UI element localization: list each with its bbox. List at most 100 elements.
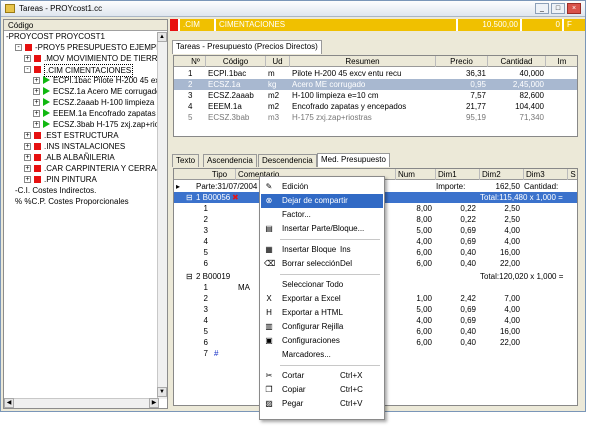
- table-row[interactable]: 1 ECPI.1bac m Pilote H-200 45 excv entu rec…: [174, 68, 577, 79]
- menu-item[interactable]: ▤ Insertar Parte/Bloque...: [261, 222, 383, 236]
- menu-item[interactable]: ▨ Pegar Ctrl+V: [261, 397, 383, 411]
- menu-item[interactable]: Marcadores...: [261, 348, 383, 362]
- tree-node[interactable]: + ECSZ.1a Acero ME corrugado: [4, 86, 167, 97]
- tree-node[interactable]: + .MOV MOVIMIENTO DE TIERRAS: [4, 53, 167, 64]
- expand-icon[interactable]: +: [33, 99, 40, 106]
- collapse-icon[interactable]: ⊟: [186, 271, 193, 282]
- dim2-value: 4,00: [504, 237, 520, 246]
- menu-item-label: Marcadores...: [282, 350, 331, 359]
- num-value: 5,00: [416, 305, 432, 314]
- menu-item[interactable]: ✂ Cortar Ctrl+X: [261, 369, 383, 383]
- menu-item-label: Seleccionar Todo: [282, 280, 344, 289]
- menu-item[interactable]: Factor...: [261, 208, 383, 222]
- tree-node[interactable]: + ECSZ.2aaab H-100 limpieza: [4, 97, 167, 108]
- tree-node[interactable]: - .CIM CIMENTACIONES: [4, 64, 167, 77]
- col-dim2[interactable]: Dim2: [480, 169, 524, 180]
- maximize-button[interactable]: □: [551, 3, 565, 14]
- tree-node[interactable]: + ECPI.1bac Pilote H-200 45 excv: [4, 75, 167, 86]
- dim2-value: 7,00: [504, 294, 520, 303]
- tree-horizontal-scrollbar[interactable]: ◀ ▶: [4, 398, 159, 408]
- chapter-extra: 0: [522, 19, 562, 31]
- menu-item[interactable]: ▣ Configuraciones: [261, 334, 383, 348]
- menu-item[interactable]: H Exportar a HTML: [261, 306, 383, 320]
- table-row[interactable]: 3 ECSZ.2aaab m2 H-100 limpieza e=10 cm 7,57 8…: [174, 90, 577, 101]
- col-num[interactable]: Num: [396, 169, 436, 180]
- expand-icon[interactable]: +: [24, 132, 31, 139]
- menu-item[interactable]: ⌫ Borrar selección Del: [261, 257, 383, 271]
- tree-node[interactable]: -C.I. Costes Indirectos.: [4, 185, 167, 196]
- menu-item[interactable]: ▦ Insertar Bloque Ins: [261, 243, 383, 257]
- tree-node[interactable]: - -PROY5 PRESUPUESTO EJEMPLO: [4, 42, 167, 53]
- menu-item[interactable]: ▥ Configurar Rejilla: [261, 320, 383, 334]
- col-dim3[interactable]: Dim3: [524, 169, 568, 180]
- tree-node[interactable]: + .CAR CARPINTERIA Y CERRAJERIA: [4, 163, 167, 174]
- close-button[interactable]: ×: [567, 3, 581, 14]
- row-summary: H-175 zxj.zap+riostras: [292, 113, 372, 122]
- dim2-value: 16,00: [499, 327, 520, 336]
- tab-ascendencia[interactable]: Ascendencia: [203, 154, 257, 167]
- col-tipo[interactable]: Tipo: [204, 169, 236, 180]
- context-menu: ✎ Edición ⊗ Dejar de compartir Factor... ▤ Ins…: [259, 176, 385, 420]
- scroll-left-icon[interactable]: ◀: [4, 398, 14, 408]
- expand-icon[interactable]: +: [33, 121, 40, 128]
- dim2-value: 22,00: [499, 338, 520, 347]
- chapter-icon: [34, 143, 41, 150]
- row-unit: m2: [268, 91, 280, 100]
- collapse-icon[interactable]: ⊟: [186, 192, 193, 203]
- tab-tareas-presupuesto[interactable]: Tareas - Presupuesto (Precios Directos): [172, 40, 322, 54]
- tree-node[interactable]: -PROYCOST PROYCOST1: [4, 31, 167, 42]
- tree-header[interactable]: Código: [4, 20, 167, 31]
- col-resumen[interactable]: Resumen: [290, 56, 436, 67]
- expand-icon[interactable]: +: [33, 110, 40, 117]
- title-bar[interactable]: Tareas - PROYcost1.cc _ □ ×: [1, 1, 585, 17]
- table-row[interactable]: 5 ECSZ.3bab m3 H-175 zxj.zap+riostras 95,19 7…: [174, 112, 577, 123]
- expand-icon[interactable]: +: [24, 55, 31, 62]
- col-codigo[interactable]: Código: [206, 56, 266, 67]
- collapse-icon[interactable]: -: [24, 66, 31, 73]
- tree-node[interactable]: + .EST ESTRUCTURA: [4, 130, 167, 141]
- expand-icon[interactable]: +: [24, 154, 31, 161]
- table-row[interactable]: 2 ECSZ.1a kg Acero ME corrugado 0,95 2,45,000: [174, 79, 577, 90]
- col-dim1[interactable]: Dim1: [436, 169, 480, 180]
- row-price: 0,95: [470, 80, 486, 89]
- table-row[interactable]: 4 EEEM.1a m2 Encofrado zapatas y encepados 2…: [174, 101, 577, 112]
- menu-item[interactable]: ⊗ Dejar de compartir: [261, 194, 383, 208]
- expand-icon[interactable]: +: [33, 88, 40, 95]
- expand-icon[interactable]: +: [24, 143, 31, 150]
- dim1-value: 0,40: [460, 338, 476, 347]
- col-importe[interactable]: Im: [546, 56, 577, 67]
- tree-node[interactable]: + .PIN PINTURA: [4, 174, 167, 185]
- row-code: EEEM.1a: [208, 102, 242, 111]
- tree-node[interactable]: + ECSZ.3bab H-175 zxj.zap+riostr: [4, 119, 167, 130]
- scroll-right-icon[interactable]: ▶: [149, 398, 159, 408]
- minimize-button[interactable]: _: [535, 3, 549, 14]
- expand-icon[interactable]: +: [24, 176, 31, 183]
- tab-texto[interactable]: Texto: [172, 154, 200, 167]
- tree-node[interactable]: + .INS INSTALACIONES: [4, 141, 167, 152]
- tab-descendencia[interactable]: Descendencia: [258, 154, 317, 167]
- scroll-up-icon[interactable]: ▲: [157, 32, 167, 42]
- menu-item[interactable]: ✎ Edición: [261, 180, 383, 194]
- scroll-down-icon[interactable]: ▼: [157, 387, 167, 397]
- chapter-icon: [34, 66, 41, 73]
- tab-med-presupuesto[interactable]: Med. Presupuesto: [317, 153, 390, 167]
- col-cantidad[interactable]: Cantidad: [488, 56, 546, 67]
- row-summary: Acero ME corrugado: [292, 80, 366, 89]
- menu-item[interactable]: ❐ Copiar Ctrl+C: [261, 383, 383, 397]
- dim1-value: 0,40: [460, 327, 476, 336]
- col-s[interactable]: S: [568, 169, 577, 180]
- col-n[interactable]: Nº: [186, 56, 206, 67]
- tree-node[interactable]: + .ALB ALBAÑILERIA: [4, 152, 167, 163]
- menu-item[interactable]: Seleccionar Todo: [261, 278, 383, 292]
- expand-icon[interactable]: +: [24, 165, 31, 172]
- row-number: 6: [203, 259, 208, 268]
- collapse-icon[interactable]: -: [15, 44, 22, 51]
- tree-vertical-scrollbar[interactable]: ▲ ▼: [157, 32, 167, 399]
- col-precio[interactable]: Precio: [436, 56, 488, 67]
- dim2-value: 22,00: [499, 259, 520, 268]
- expand-icon[interactable]: +: [33, 77, 40, 84]
- tree-node[interactable]: % %C.P. Costes Proporcionales: [4, 196, 167, 207]
- menu-item[interactable]: X Exportar a Excel: [261, 292, 383, 306]
- col-ud[interactable]: Ud: [266, 56, 290, 67]
- tree-node[interactable]: + EEEM.1a Encofrado zapatas: [4, 108, 167, 119]
